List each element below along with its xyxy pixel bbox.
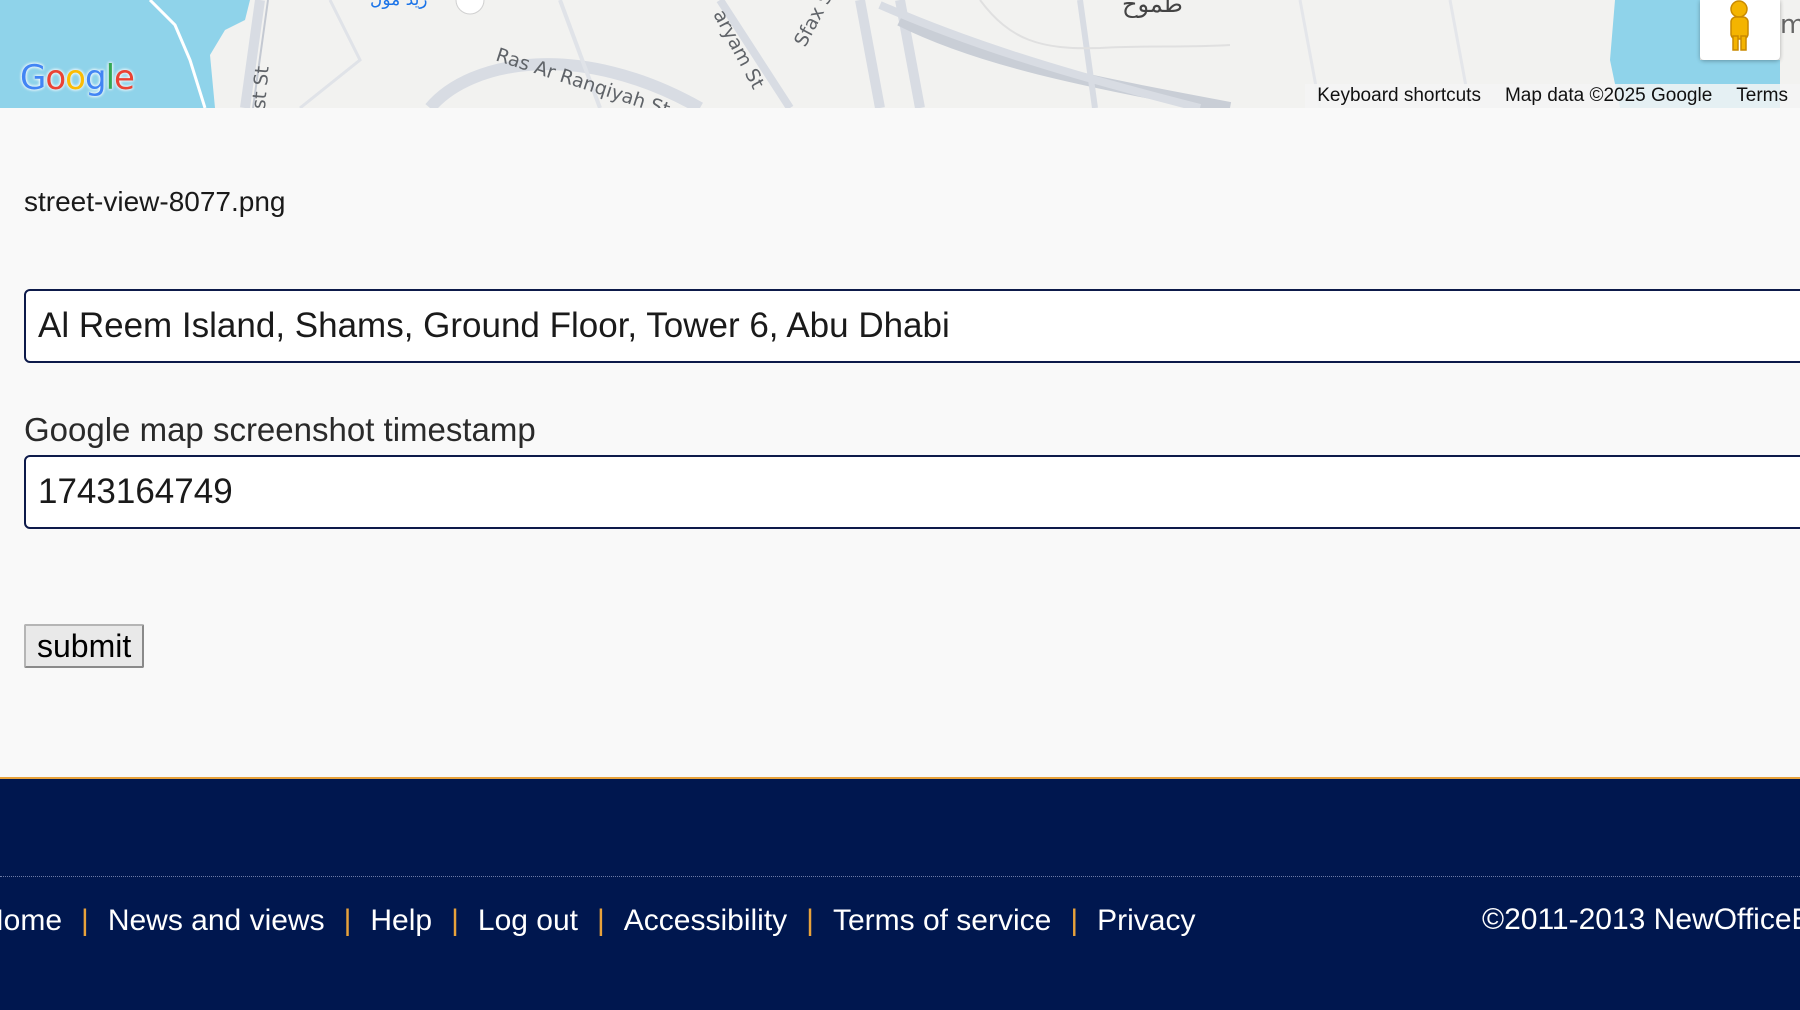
map-data-attribution: Map data ©2025 Google <box>1504 85 1713 106</box>
pegman-icon <box>1730 0 1749 51</box>
map-label-st: st St <box>248 65 274 108</box>
map-label-arabic-tamooh: طموح <box>1122 0 1183 18</box>
form-area: street-view-8077.png Google map screensh… <box>0 108 1800 777</box>
map-terms-link[interactable]: Terms <box>1724 85 1800 107</box>
footer-separator: | <box>81 904 89 937</box>
keyboard-shortcuts-link[interactable]: Keyboard shortcuts <box>1305 85 1493 107</box>
footer-link-log-out[interactable]: Log out <box>478 904 578 938</box>
footer-divider <box>0 876 1800 877</box>
submit-button[interactable]: submit <box>24 624 145 668</box>
address-input[interactable] <box>24 289 1800 363</box>
map-view[interactable]: Ras Ar Ranqiyah St Sfax St aryam St st S… <box>0 0 1800 108</box>
footer-separator: | <box>343 904 352 937</box>
footer-link-terms-of-service[interactable]: Terms of service <box>833 904 1051 938</box>
google-logo: Google <box>20 58 135 98</box>
map-attribution-bar: Keyboard shortcuts Map data ©2025 Google… <box>1305 84 1800 108</box>
footer-link-home[interactable]: Home <box>0 904 62 938</box>
footer-link-news-and-views[interactable]: News and views <box>108 904 325 938</box>
timestamp-input[interactable] <box>24 455 1800 529</box>
map-label-arabic-zaid-mall: زيد مول <box>370 0 428 10</box>
timestamp-label: Google map screenshot timestamp <box>24 411 536 448</box>
pegman-button[interactable] <box>1700 0 1780 60</box>
footer-separator: | <box>451 904 459 937</box>
site-footer: Home | News and views | Help | Log out |… <box>0 777 1800 1010</box>
footer-separator: | <box>806 904 814 937</box>
copyright-text: ©2011-2013 NewOfficeEu <box>1482 903 1800 936</box>
map-label-m: m <box>1780 10 1800 40</box>
filename-text: street-view-8077.png <box>24 186 286 217</box>
footer-link-privacy[interactable]: Privacy <box>1097 904 1195 938</box>
footer-separator: | <box>1070 904 1079 937</box>
footer-link-help[interactable]: Help <box>370 904 432 938</box>
footer-link-accessibility[interactable]: Accessibility <box>624 904 787 938</box>
footer-separator: | <box>596 904 605 937</box>
footer-nav: Home | News and views | Help | Log out |… <box>0 904 1196 938</box>
